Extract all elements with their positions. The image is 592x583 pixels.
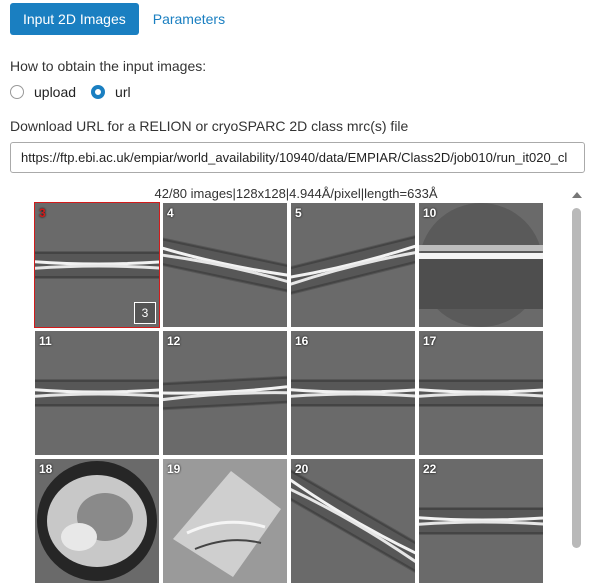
tab-parameters[interactable]: Parameters [139, 3, 239, 35]
tile-label: 3 [39, 206, 46, 220]
tile-label: 22 [423, 462, 437, 476]
class-image-tile[interactable]: 33 [34, 202, 160, 328]
url-radio-label[interactable]: url [115, 84, 131, 100]
tile-label: 5 [295, 206, 302, 220]
class-image [419, 203, 543, 327]
class-image [35, 459, 159, 583]
tab-bar: Input 2D Images Parameters [10, 3, 239, 35]
class-image [163, 331, 287, 455]
upload-radio[interactable] [10, 85, 24, 99]
selected-badge: 3 [134, 302, 156, 324]
tile-label: 11 [39, 334, 52, 348]
images-info: 42/80 images|128x128|4.944Å/pixel|length… [154, 186, 438, 201]
class-image [419, 459, 543, 583]
tile-label: 12 [167, 334, 181, 348]
tile-label: 4 [167, 206, 174, 220]
class-image-tile[interactable]: 10 [419, 203, 543, 327]
upload-radio-label[interactable]: upload [34, 84, 76, 100]
class-image-tile[interactable]: 5 [291, 203, 415, 327]
source-question: How to obtain the input images: [10, 58, 207, 74]
class-image [163, 459, 287, 583]
class-image-tile[interactable]: 22 [419, 459, 543, 583]
download-url-input[interactable] [10, 142, 585, 173]
class-image [35, 331, 159, 455]
class-image-tile[interactable]: 19 [163, 459, 287, 583]
class-image-tile[interactable]: 12 [163, 331, 287, 455]
class-image [291, 459, 415, 583]
class-image-tile[interactable]: 17 [419, 331, 543, 455]
url-radio[interactable] [91, 85, 106, 99]
tile-label: 17 [423, 334, 437, 348]
tile-label: 18 [39, 462, 53, 476]
tile-label: 19 [167, 462, 181, 476]
download-url-label: Download URL for a RELION or cryoSPARC 2… [10, 118, 409, 134]
class-image-tile[interactable]: 16 [291, 331, 415, 455]
class-image-tile[interactable]: 11 [35, 331, 159, 455]
class-image-tile[interactable]: 4 [163, 203, 287, 327]
class-image [291, 203, 415, 327]
scrollbar[interactable] [570, 190, 584, 582]
scroll-up-arrow-icon[interactable] [572, 192, 582, 198]
class-image-tile[interactable]: 18 [35, 459, 159, 583]
scrollbar-thumb[interactable] [572, 208, 581, 548]
source-radio-group: upload url [10, 82, 131, 102]
class-image-tile[interactable]: 20 [291, 459, 415, 583]
class-image [163, 203, 287, 327]
class-image [419, 331, 543, 455]
tile-label: 16 [295, 334, 309, 348]
class-image [291, 331, 415, 455]
tab-input-2d-images[interactable]: Input 2D Images [10, 3, 139, 35]
tile-label: 20 [295, 462, 309, 476]
tile-label: 10 [423, 206, 437, 220]
